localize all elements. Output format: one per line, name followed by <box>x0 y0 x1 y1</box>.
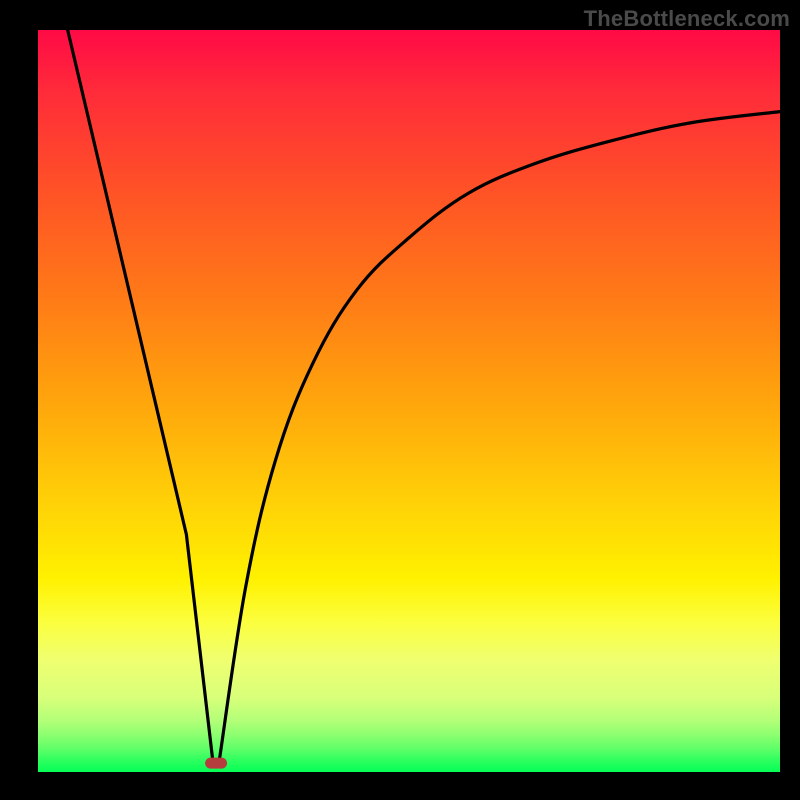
chart-svg <box>38 30 780 772</box>
curve-left-descent <box>68 30 213 757</box>
plot-area <box>38 30 780 772</box>
curve-group <box>68 30 780 757</box>
minimum-marker <box>205 758 227 769</box>
watermark-text: TheBottleneck.com <box>584 6 790 32</box>
minimum-marker-shape <box>205 758 227 769</box>
curve-right-rise <box>220 112 780 758</box>
chart-frame: TheBottleneck.com <box>0 0 800 800</box>
